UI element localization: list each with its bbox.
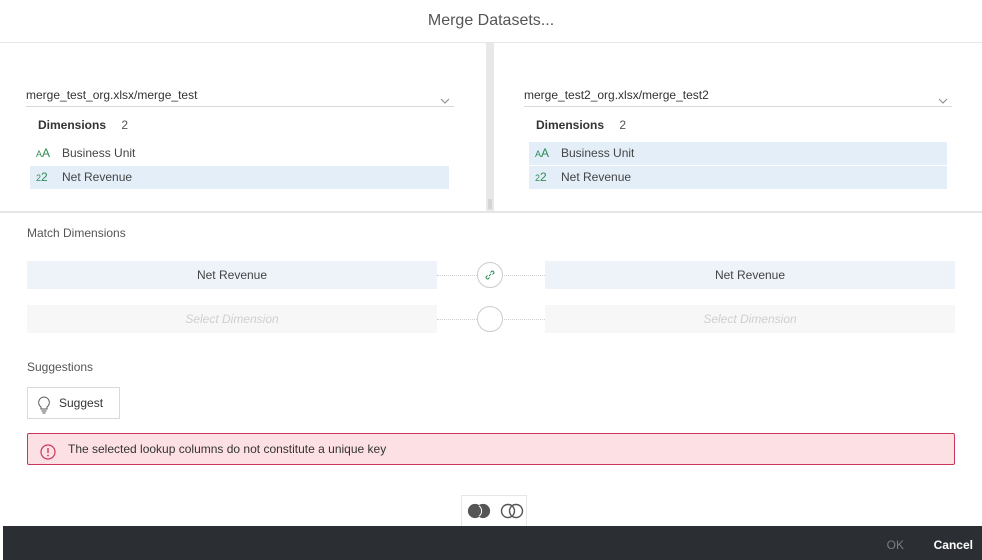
left-join-button[interactable] <box>462 496 494 527</box>
error-message-bar: The selected lookup columns do not const… <box>27 433 955 465</box>
left-dataset-panel: merge_test_org.xlsx/merge_test Dimension… <box>0 43 486 211</box>
left-dataset-select[interactable]: merge_test_org.xlsx/merge_test <box>26 83 454 107</box>
ok-button[interactable]: OK <box>887 526 904 560</box>
match-dimensions-label: Match Dimensions <box>27 226 126 240</box>
suggestions-label: Suggestions <box>27 360 94 374</box>
error-message-text: The selected lookup columns do not const… <box>68 442 387 456</box>
right-dimension-item-net-revenue[interactable]: 22 Net Revenue <box>529 166 947 189</box>
left-join-icon <box>467 503 491 519</box>
right-dataset-panel: merge_test2_org.xlsx/merge_test2 Dimensi… <box>494 43 982 211</box>
dimensions-label: Dimensions <box>536 118 605 132</box>
text-type-icon: AA <box>36 146 51 160</box>
dimensions-count: 2 <box>619 118 627 132</box>
right-dimensions-header: Dimensions 2 <box>536 117 626 133</box>
match-left-dimension-1[interactable]: Net Revenue <box>27 261 437 289</box>
dimension-label: Business Unit <box>561 146 635 160</box>
left-dimension-item-net-revenue[interactable]: 22 Net Revenue <box>30 166 449 189</box>
right-dataset-name: merge_test2_org.xlsx/merge_test2 <box>524 88 709 102</box>
join-type-toggle <box>461 495 527 526</box>
suggest-button[interactable]: Suggest <box>27 387 120 419</box>
suggest-label: Suggest <box>59 396 104 410</box>
number-type-icon: 22 <box>535 170 547 184</box>
right-dataset-select[interactable]: merge_test2_org.xlsx/merge_test2 <box>524 83 952 107</box>
merge-datasets-dialog: Merge Datasets... merge_test_org.xlsx/me… <box>0 0 982 560</box>
error-icon <box>40 441 56 471</box>
match-right-dimension-1[interactable]: Net Revenue <box>545 261 955 289</box>
link-icon <box>485 270 495 280</box>
dimensions-count: 2 <box>121 118 129 132</box>
cancel-button[interactable]: Cancel <box>934 526 973 560</box>
panel-splitter[interactable] <box>486 43 494 211</box>
left-dimensions-header: Dimensions 2 <box>38 117 128 133</box>
chevron-down-icon <box>938 90 948 104</box>
dialog-footer: OK Cancel <box>3 526 982 560</box>
link-toggle-button[interactable] <box>477 262 503 288</box>
text-type-icon: AA <box>535 146 550 160</box>
right-dimension-item-business-unit[interactable]: AA Business Unit <box>529 142 947 165</box>
dialog-title: Merge Datasets... <box>0 0 982 43</box>
splitter-grip[interactable] <box>488 199 492 209</box>
left-dataset-name: merge_test_org.xlsx/merge_test <box>26 88 198 102</box>
match-right-dimension-select[interactable]: Select Dimension <box>545 305 955 333</box>
chevron-down-icon <box>440 90 450 104</box>
dimension-label: Business Unit <box>62 146 136 160</box>
section-divider <box>0 211 982 213</box>
inner-join-button[interactable] <box>495 496 527 527</box>
match-left-dimension-select[interactable]: Select Dimension <box>27 305 437 333</box>
dimensions-label: Dimensions <box>38 118 107 132</box>
lightbulb-icon <box>37 395 51 425</box>
left-dimension-item-business-unit[interactable]: AA Business Unit <box>30 142 449 165</box>
dimension-label: Net Revenue <box>62 170 133 184</box>
number-type-icon: 22 <box>36 170 48 184</box>
dimension-label: Net Revenue <box>561 170 632 184</box>
link-toggle-button[interactable] <box>477 306 503 332</box>
inner-join-icon <box>500 503 524 519</box>
